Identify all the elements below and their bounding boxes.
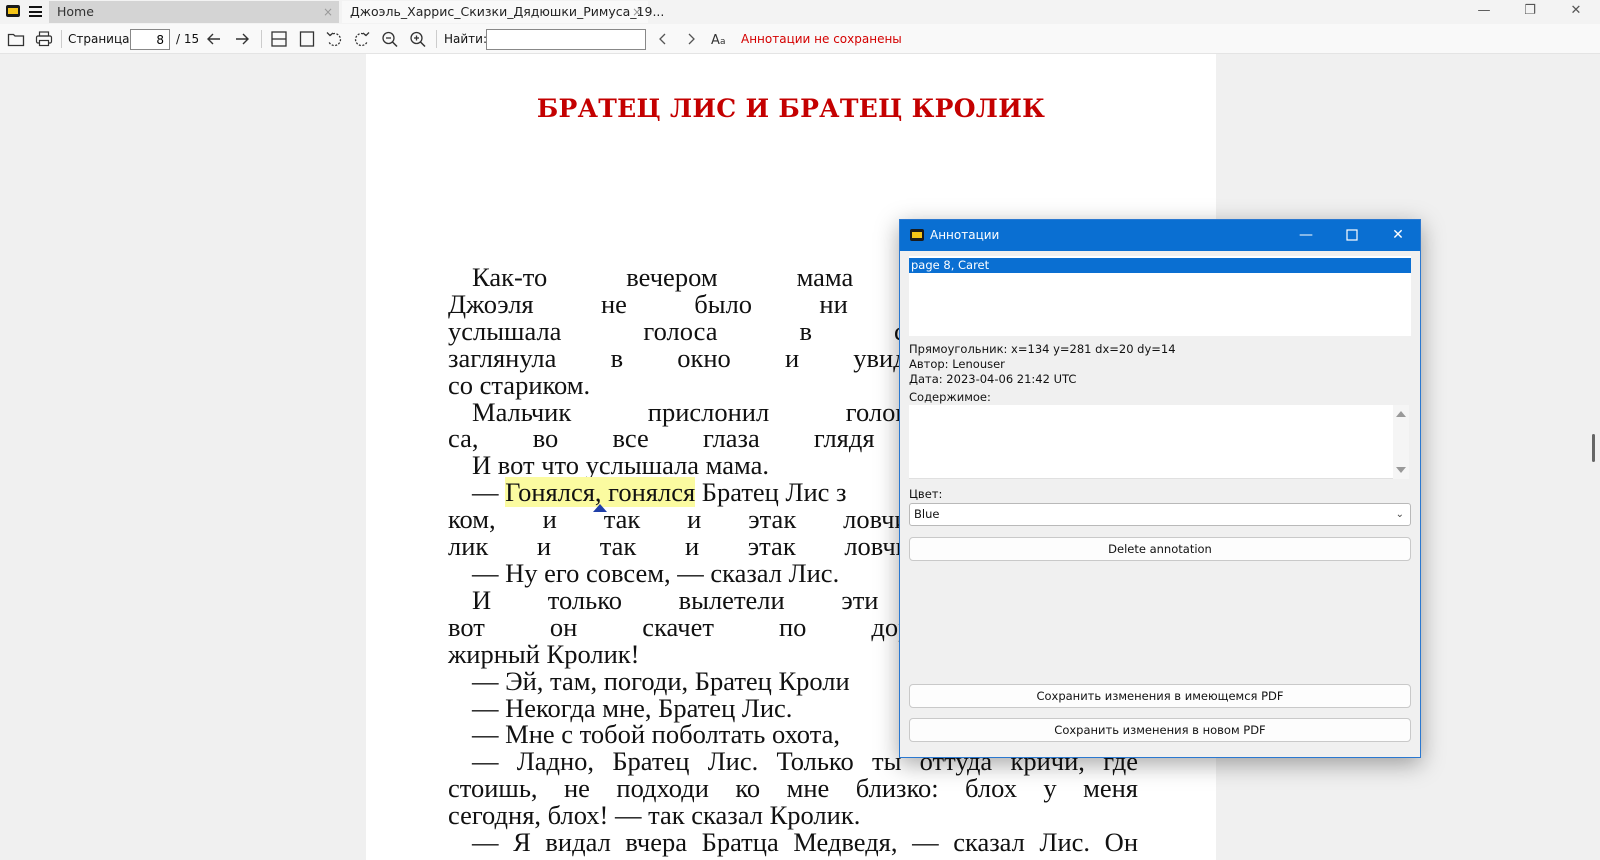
tab-document[interactable]: Джоэль_Харрис_Скизки_Дядюшки_Римуса_19..…: [342, 1, 664, 23]
window-minimize-button[interactable]: —: [1462, 0, 1506, 24]
text-line: стоишь, не подходи ко мне близко: блох у…: [448, 773, 1138, 804]
dialog-title-bar[interactable]: Аннотации — ✕: [900, 220, 1420, 251]
save-new-pdf-button[interactable]: Сохранить изменения в новом PDF: [909, 718, 1411, 742]
delete-annotation-button[interactable]: Delete annotation: [909, 537, 1411, 561]
annotation-list[interactable]: page 8, Caret: [909, 256, 1411, 336]
find-label: Найти:: [444, 32, 488, 46]
toolbar-separator: [436, 30, 437, 48]
match-case-icon[interactable]: Aa: [710, 29, 730, 49]
scroll-up-icon[interactable]: [1396, 411, 1406, 417]
page-number-input[interactable]: [130, 29, 170, 50]
vertical-scroll-indicator[interactable]: [1592, 434, 1595, 462]
svg-text:a: a: [720, 37, 726, 47]
rotate-left-icon[interactable]: [325, 29, 343, 49]
rotate-right-icon[interactable]: [353, 29, 371, 49]
title-bar: Home × Джоэль_Харрис_Скизки_Дядюшки_Риму…: [0, 0, 1600, 24]
svg-text:A: A: [711, 33, 720, 48]
find-input[interactable]: [486, 29, 646, 50]
window-restore-button[interactable]: ❐: [1508, 0, 1552, 24]
color-label: Цвет:: [909, 487, 943, 501]
app-logo-icon: [910, 229, 924, 241]
tab-document-close-icon[interactable]: ×: [632, 1, 642, 23]
tab-home-label: Home: [57, 4, 94, 19]
prev-page-icon[interactable]: [205, 29, 223, 49]
color-select-value: Blue: [914, 507, 940, 521]
text-line: сегодня, блох! — так сказал Кролик.: [448, 800, 861, 831]
save-existing-pdf-button[interactable]: Сохранить изменения в имеющемся PDF: [909, 684, 1411, 708]
menu-icon[interactable]: [29, 6, 42, 17]
color-select[interactable]: Blue ⌄: [909, 503, 1411, 526]
continuous-view-icon[interactable]: [270, 29, 288, 49]
annotation-list-item[interactable]: page 8, Caret: [909, 258, 1411, 273]
text-fragment: —: [472, 477, 506, 508]
annotation-date-info: Дата: 2023-04-06 21:42 UTC: [909, 372, 1077, 386]
highlight-annotation[interactable]: Гонялся, гонялся: [505, 477, 696, 513]
document-title: БРАТЕЦ ЛИС И БРАТЕЦ КРОЛИК: [536, 94, 1046, 123]
tab-home[interactable]: Home ×: [49, 1, 339, 23]
annotations-unsaved-warning: Аннотации не сохранены: [741, 32, 902, 46]
text-line: — Я видал вчера Братца Медведя, — сказал…: [472, 827, 1138, 858]
toolbar-separator: [261, 30, 262, 48]
annotations-dialog: Аннотации — ✕ page 8, Caret Прямоугольни…: [899, 219, 1421, 758]
contents-scrollbar[interactable]: [1393, 405, 1409, 479]
chevron-down-icon: ⌄: [1395, 509, 1404, 520]
dialog-maximize-button[interactable]: [1329, 220, 1375, 251]
contents-label: Содержимое:: [909, 390, 991, 404]
highlighted-text: Гонялся, гонялся: [505, 477, 696, 508]
find-prev-icon[interactable]: [656, 29, 670, 49]
next-page-icon[interactable]: [233, 29, 251, 49]
scroll-down-icon[interactable]: [1396, 467, 1406, 473]
dialog-close-button[interactable]: ✕: [1375, 220, 1421, 251]
caret-annotation-icon[interactable]: [593, 504, 608, 513]
contents-textarea[interactable]: [909, 405, 1409, 479]
window-close-button[interactable]: ✕: [1554, 0, 1598, 24]
dialog-title: Аннотации: [930, 228, 1000, 242]
tab-home-close-icon[interactable]: ×: [323, 1, 333, 23]
zoom-in-icon[interactable]: [409, 29, 427, 49]
page-total: / 15: [176, 32, 200, 46]
find-next-icon[interactable]: [684, 29, 698, 49]
print-icon[interactable]: [35, 29, 53, 49]
zoom-out-icon[interactable]: [381, 29, 399, 49]
open-folder-icon[interactable]: [7, 29, 25, 49]
annotation-author-info: Автор: Lenouser: [909, 357, 1005, 371]
text-fragment: Братец Лис з: [695, 477, 847, 508]
annotation-rect-info: Прямоугольник: x=134 y=281 dx=20 dy=14: [909, 342, 1176, 356]
dialog-minimize-button[interactable]: —: [1283, 220, 1329, 251]
toolbar: Страница: / 15 Найти: Aa Аннотации не со…: [0, 24, 1600, 54]
toolbar-separator: [61, 30, 62, 48]
single-page-icon[interactable]: [298, 29, 316, 49]
app-logo-icon: [6, 5, 20, 17]
tab-document-label: Джоэль_Харрис_Скизки_Дядюшки_Римуса_19..…: [350, 4, 665, 19]
page-label: Страница:: [68, 32, 134, 46]
